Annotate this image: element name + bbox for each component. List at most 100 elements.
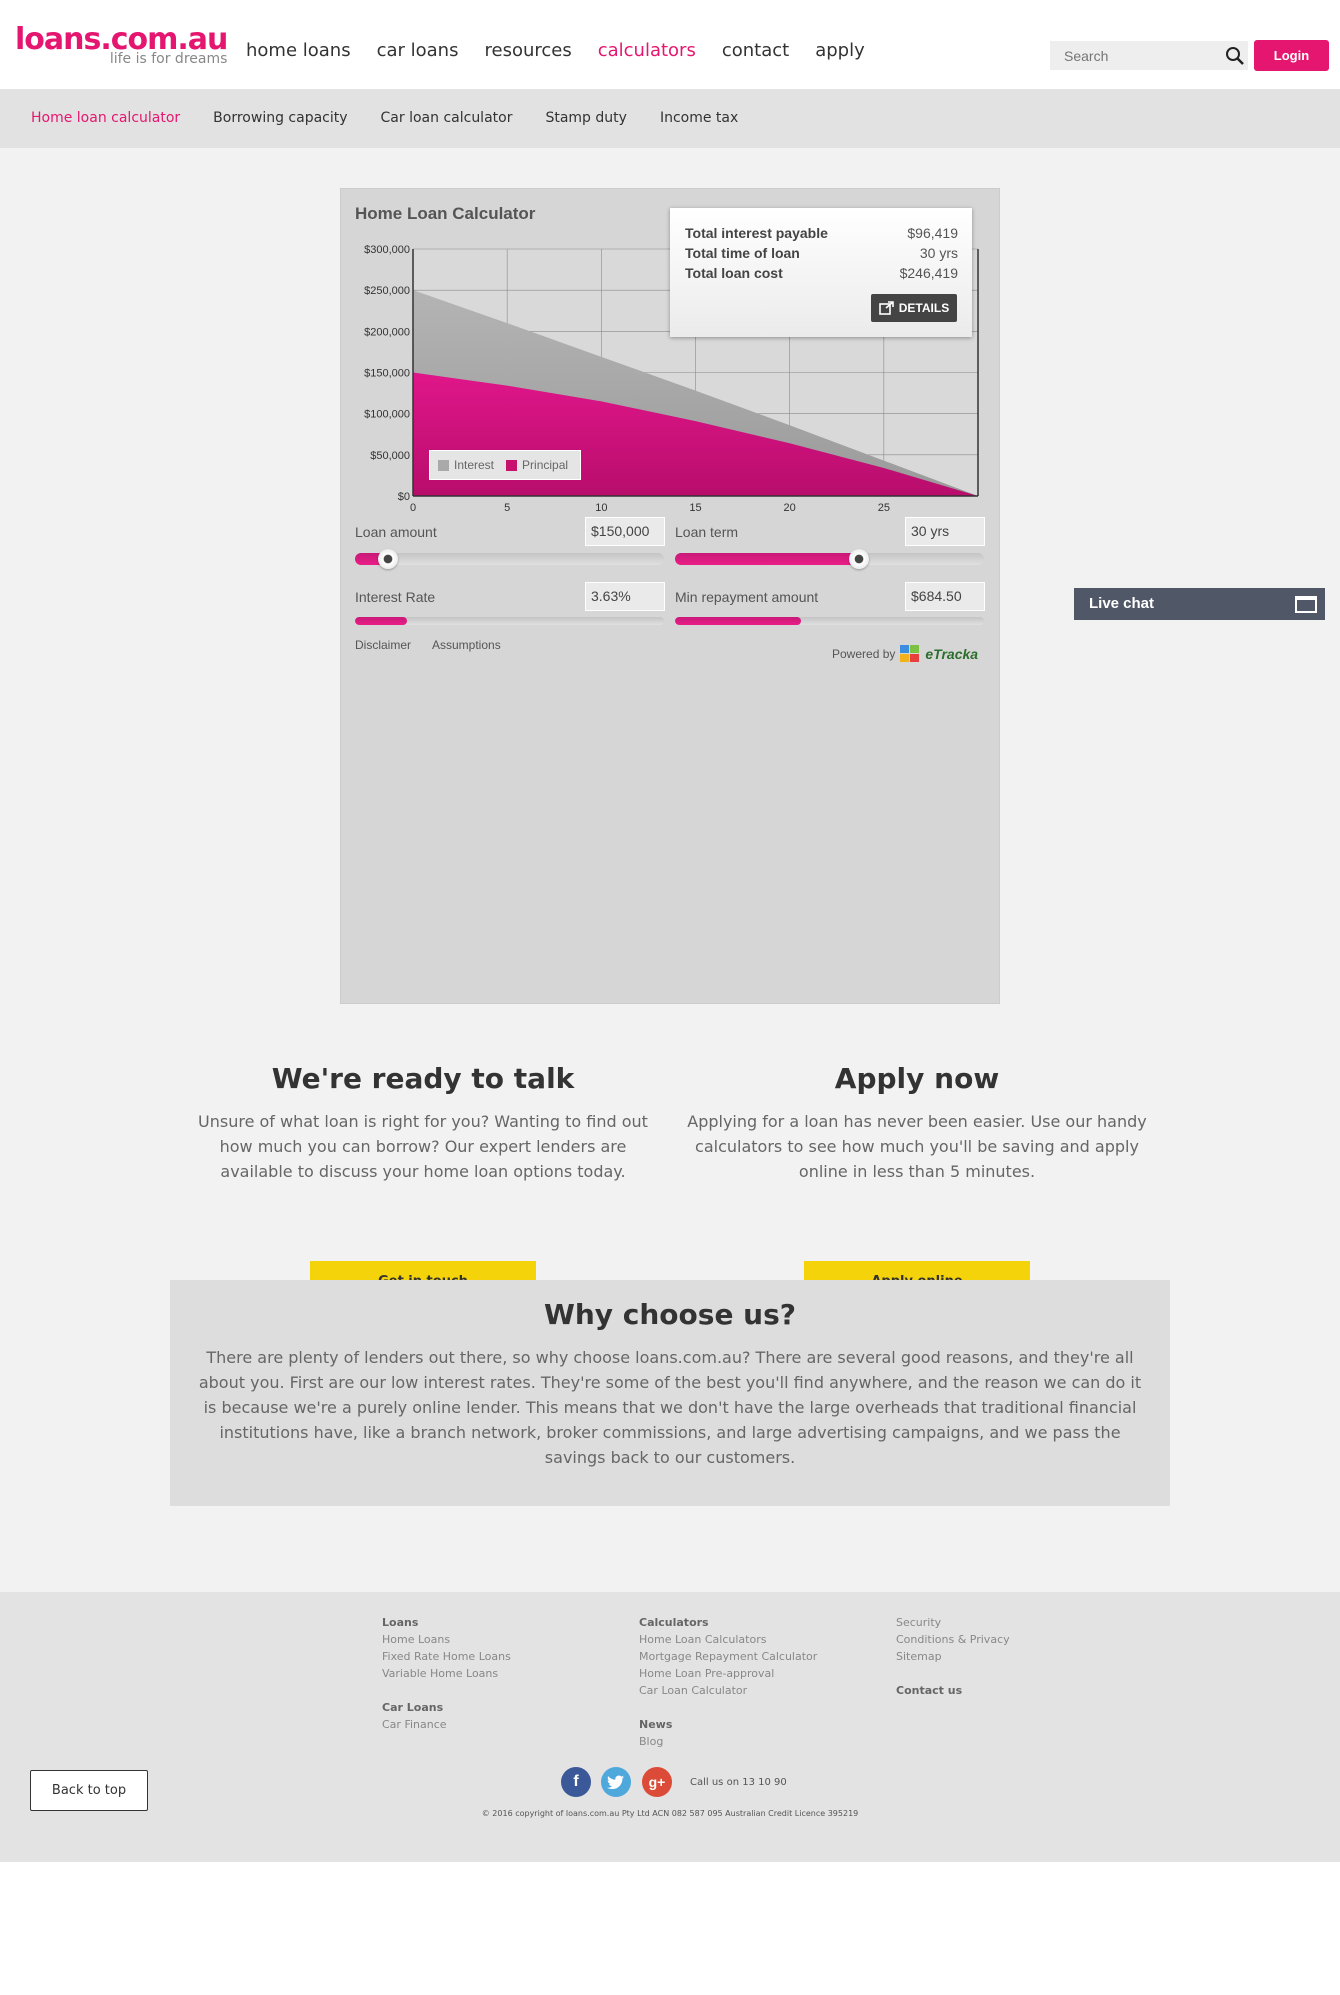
footer-heading[interactable]: Car Loans	[382, 1699, 511, 1716]
nav-home-loans[interactable]: home loans	[246, 40, 351, 61]
copyright-text: © 2016 copyright of loans.com.au Pty Ltd…	[481, 1809, 859, 1818]
logo[interactable]: loans.com.au life is for dreams	[15, 25, 228, 68]
footer-link[interactable]: Variable Home Loans	[382, 1665, 511, 1682]
search-icon[interactable]	[1225, 46, 1245, 66]
footer-link[interactable]: Home Loan Pre-approval	[639, 1665, 817, 1682]
min-repayment-field[interactable]: $684.50	[905, 582, 985, 611]
y-tick-label: $100,000	[364, 409, 410, 421]
subnav-borrowing-capacity[interactable]: Borrowing capacity	[213, 110, 347, 126]
footer-col-loans: Loans Home Loans Fixed Rate Home Loans V…	[382, 1614, 511, 1733]
loan-amount-handle[interactable]	[378, 549, 398, 569]
interest-rate-label: Interest Rate	[355, 589, 436, 605]
subnav-car-loan-calculator[interactable]: Car loan calculator	[381, 110, 513, 126]
nav-calculators[interactable]: calculators	[598, 40, 696, 61]
footer-link[interactable]: Home Loans	[382, 1631, 511, 1648]
y-tick-label: $150,000	[364, 368, 410, 380]
loan-amount-slider[interactable]	[355, 549, 664, 569]
summary-card: Total interest payable $96,419 Total tim…	[670, 208, 972, 337]
x-tick-label: 20	[784, 502, 796, 514]
footer-link[interactable]: Security	[896, 1614, 1010, 1631]
summary-row: Total time of loan 30 yrs	[685, 245, 958, 261]
apply-title: Apply now	[834, 1062, 1000, 1095]
y-tick-label: $300,000	[364, 244, 410, 256]
nav-resources[interactable]: resources	[484, 40, 571, 61]
min-repayment-slider[interactable]	[675, 617, 984, 625]
loan-term-field[interactable]: 30 yrs	[905, 517, 985, 546]
nav-apply[interactable]: apply	[815, 40, 865, 61]
y-tick-label: $50,000	[370, 450, 410, 462]
footer-link[interactable]: Conditions & Privacy	[896, 1631, 1010, 1648]
legend-swatch-interest	[438, 459, 449, 471]
min-repayment-fill	[675, 617, 801, 625]
y-tick-label: $0	[398, 491, 410, 503]
talk-section: We're ready to talk Unsure of what loan …	[188, 1062, 658, 1301]
legend-interest: Interest	[454, 458, 495, 472]
footer-link[interactable]: Car Loan Calculator	[639, 1682, 817, 1699]
chart-legend: Interest Principal	[429, 450, 581, 480]
call-us-text: Call us on 13 10 90	[690, 1777, 787, 1788]
home-loan-calculator: $300,000 $250,000 $200,000 $150,000 $100,000…	[340, 188, 1000, 1004]
chat-window-icon[interactable]	[1295, 596, 1317, 613]
why-choose-us: Why choose us? There are plenty of lende…	[170, 1280, 1170, 1506]
subnav-home-loan-calculator[interactable]: Home loan calculator	[31, 110, 180, 126]
summary-row: Total interest payable $96,419	[685, 225, 958, 241]
etracka-logo-icon	[900, 645, 920, 662]
footer-col-calculators: Calculators Home Loan Calculators Mortga…	[639, 1614, 817, 1750]
disclaimer-link[interactable]: Disclaimer	[355, 638, 411, 652]
main-nav: home loans car loans resources calculato…	[246, 40, 891, 61]
external-link-icon	[878, 301, 894, 315]
min-repayment-label: Min repayment amount	[675, 589, 819, 605]
interest-rate-fill	[355, 617, 407, 625]
subnav-stamp-duty[interactable]: Stamp duty	[545, 110, 626, 126]
nav-car-loans[interactable]: car loans	[377, 40, 459, 61]
talk-body: Unsure of what loan is right for you? Wa…	[198, 1112, 648, 1181]
login-button[interactable]: Login	[1254, 40, 1329, 71]
twitter-icon[interactable]	[601, 1767, 631, 1797]
summary-label: Total loan cost	[685, 265, 783, 281]
interest-rate-field[interactable]: 3.63%	[585, 582, 665, 611]
summary-label: Total time of loan	[685, 245, 800, 261]
footer-link[interactable]: Blog	[639, 1733, 817, 1750]
details-label: DETAILS	[898, 301, 950, 315]
x-tick-label: 15	[689, 502, 701, 514]
google-plus-icon[interactable]: g+	[642, 1767, 672, 1797]
calculator-subnav: Home loan calculator Borrowing capacity …	[0, 90, 1340, 148]
powered-by-label: Powered by	[832, 647, 896, 661]
footer-col-security: Security Conditions & Privacy Sitemap Co…	[896, 1614, 1010, 1699]
footer-heading[interactable]: Calculators	[639, 1614, 817, 1631]
y-tick-label: $250,000	[364, 285, 410, 297]
y-tick-label: $200,000	[364, 326, 410, 338]
back-to-top-button[interactable]: Back to top	[30, 1770, 148, 1811]
footer-heading[interactable]: Contact us	[896, 1682, 1010, 1699]
footer-link[interactable]: Fixed Rate Home Loans	[382, 1648, 511, 1665]
footer-link[interactable]: Car Finance	[382, 1716, 511, 1733]
assumptions-link[interactable]: Assumptions	[432, 638, 501, 652]
interest-rate-slider[interactable]	[355, 617, 664, 625]
site-footer: Loans Home Loans Fixed Rate Home Loans V…	[0, 1592, 1340, 1862]
loan-amount-field[interactable]: $150,000	[585, 517, 665, 546]
live-chat-label: Live chat	[1089, 595, 1155, 612]
facebook-icon[interactable]: f	[561, 1767, 591, 1797]
x-tick-label: 25	[878, 502, 890, 514]
footer-link[interactable]: Sitemap	[896, 1648, 1010, 1665]
summary-label: Total interest payable	[685, 225, 828, 241]
live-chat-bar[interactable]: Live chat	[1074, 588, 1325, 620]
loan-term-slider[interactable]	[675, 549, 984, 569]
footer-heading[interactable]: Loans	[382, 1614, 511, 1631]
legend-principal: Principal	[522, 458, 569, 472]
details-button[interactable]: DETAILS	[871, 294, 957, 322]
nav-contact[interactable]: contact	[722, 40, 789, 61]
footer-link[interactable]: Home Loan Calculators	[639, 1631, 817, 1648]
search-input[interactable]	[1050, 41, 1248, 70]
loan-term-fill	[675, 553, 860, 565]
loan-term-handle[interactable]	[849, 549, 869, 569]
footer-heading[interactable]: News	[639, 1716, 817, 1733]
footer-link[interactable]: Mortgage Repayment Calculator	[639, 1648, 817, 1665]
why-title: Why choose us?	[543, 1298, 797, 1331]
loan-amount-label: Loan amount	[355, 524, 437, 540]
why-body: There are plenty of lenders out there, s…	[198, 1348, 1142, 1467]
summary-value: $96,419	[907, 225, 958, 241]
summary-row: Total loan cost $246,419	[685, 265, 958, 281]
talk-title: We're ready to talk	[271, 1062, 575, 1095]
subnav-income-tax[interactable]: Income tax	[660, 110, 738, 126]
